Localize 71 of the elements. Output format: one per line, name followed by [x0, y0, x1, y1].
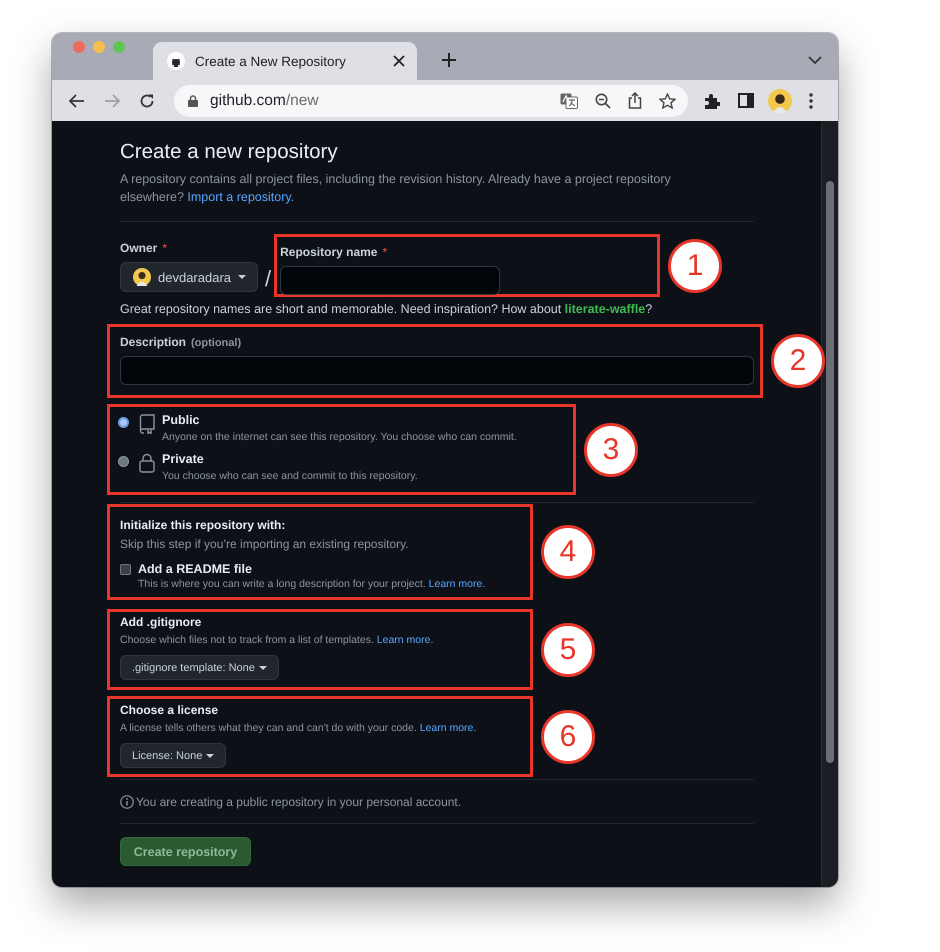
learn-more-link[interactable]: Learn more. — [428, 578, 486, 590]
section-text: Skip this step if you’re importing an existing repository. — [120, 536, 410, 553]
radio-button[interactable] — [118, 417, 129, 428]
annotation-number: 4 — [541, 525, 595, 579]
url-text: github.com/new — [210, 92, 320, 110]
annotation-number: 3 — [584, 422, 638, 476]
close-icon[interactable] — [393, 55, 405, 67]
tab-title: Create a New Repository — [195, 54, 347, 68]
import-link[interactable]: Import a repository. — [187, 190, 294, 204]
browser-tab[interactable]: Create a New Repository — [153, 42, 417, 80]
translate-icon[interactable] — [560, 92, 578, 108]
path-separator: / — [265, 266, 272, 292]
section-text: A license tells others what they can and can't do with your code. Learn more. — [120, 721, 478, 736]
address-bar[interactable]: github.com/new — [174, 84, 688, 116]
plus-icon[interactable] — [441, 52, 457, 68]
option-description: Anyone on the internet can see this repository. You choose who can commit. — [162, 430, 517, 445]
notice-text: You are creating a public repository in your personal account. — [136, 795, 462, 809]
caret-icon — [238, 275, 246, 279]
caret-icon — [258, 666, 267, 670]
checkbox[interactable] — [120, 564, 131, 574]
template-dropdown[interactable]: .gitignore template: None — [120, 655, 279, 680]
scrollbar[interactable] — [821, 121, 838, 887]
required-mark: * — [382, 245, 388, 259]
menu-icon[interactable] — [809, 92, 813, 108]
option-title: Private — [162, 451, 205, 468]
section-title: Add .gitignore — [120, 614, 202, 631]
create-repository-button[interactable]: Create repository — [120, 837, 251, 866]
annotation-number: 1 — [668, 238, 722, 292]
back-arrow-icon[interactable] — [69, 94, 85, 108]
zoom-out-icon[interactable] — [595, 92, 611, 108]
book-icon — [139, 414, 155, 434]
lock-icon — [188, 94, 198, 106]
sidebar-icon[interactable] — [738, 93, 754, 108]
required-mark: * — [162, 241, 168, 255]
github-logo-icon — [167, 52, 185, 70]
radio-button[interactable] — [118, 456, 129, 467]
share-icon[interactable] — [628, 92, 642, 109]
learn-more-link[interactable]: Learn more. — [420, 722, 476, 734]
readme-note: This is where you can write a long description for your project. Learn more. — [138, 577, 486, 592]
lock-icon — [139, 453, 155, 473]
owner-dropdown[interactable]: devdaradara — [120, 262, 258, 292]
chevron-down-icon[interactable] — [808, 56, 822, 64]
name-hint-text: Great repository names are short and memorable. Need inspiration? How about literate-waffle? — [120, 301, 654, 317]
option-title: Public — [162, 412, 201, 429]
scrollbar-thumb[interactable] — [826, 181, 834, 763]
option-description: You choose who can see and commit to this repository. — [162, 469, 418, 484]
reload-icon[interactable] — [139, 92, 155, 108]
suggestion-link[interactable]: literate-waffle — [564, 302, 646, 316]
optional-note: (optional) — [191, 337, 242, 349]
field-label: Repository name — [280, 245, 378, 259]
info-icon — [120, 795, 134, 809]
intro-text: A repository contains all project files, including the revision history. Already have a project repository elsewhere? Import a repository. — [120, 171, 672, 206]
annotation-number: 5 — [541, 622, 595, 676]
annotation-number: 6 — [541, 710, 595, 764]
field-label: Description — [120, 335, 186, 349]
avatar-icon — [768, 88, 792, 112]
avatar-icon — [133, 268, 151, 286]
page-title: Create a new repository — [120, 139, 339, 165]
annotation-number: 2 — [771, 334, 825, 388]
description-field[interactable] — [120, 356, 754, 385]
template-dropdown[interactable]: License: None — [120, 743, 226, 768]
repository-name-field[interactable] — [280, 266, 500, 295]
field-label: Owner — [120, 241, 158, 255]
caret-icon — [206, 754, 214, 758]
section-title: Choose a license — [120, 702, 220, 719]
puzzle-icon[interactable] — [704, 92, 720, 108]
learn-more-link[interactable]: Learn more. — [376, 634, 434, 646]
section-text: Choose which files not to track from a list of templates. Learn more. — [120, 633, 434, 648]
star-icon[interactable] — [659, 92, 676, 108]
section-title: Initialize this repository with: — [120, 517, 286, 534]
checkbox-label: Add a README file — [138, 562, 252, 576]
